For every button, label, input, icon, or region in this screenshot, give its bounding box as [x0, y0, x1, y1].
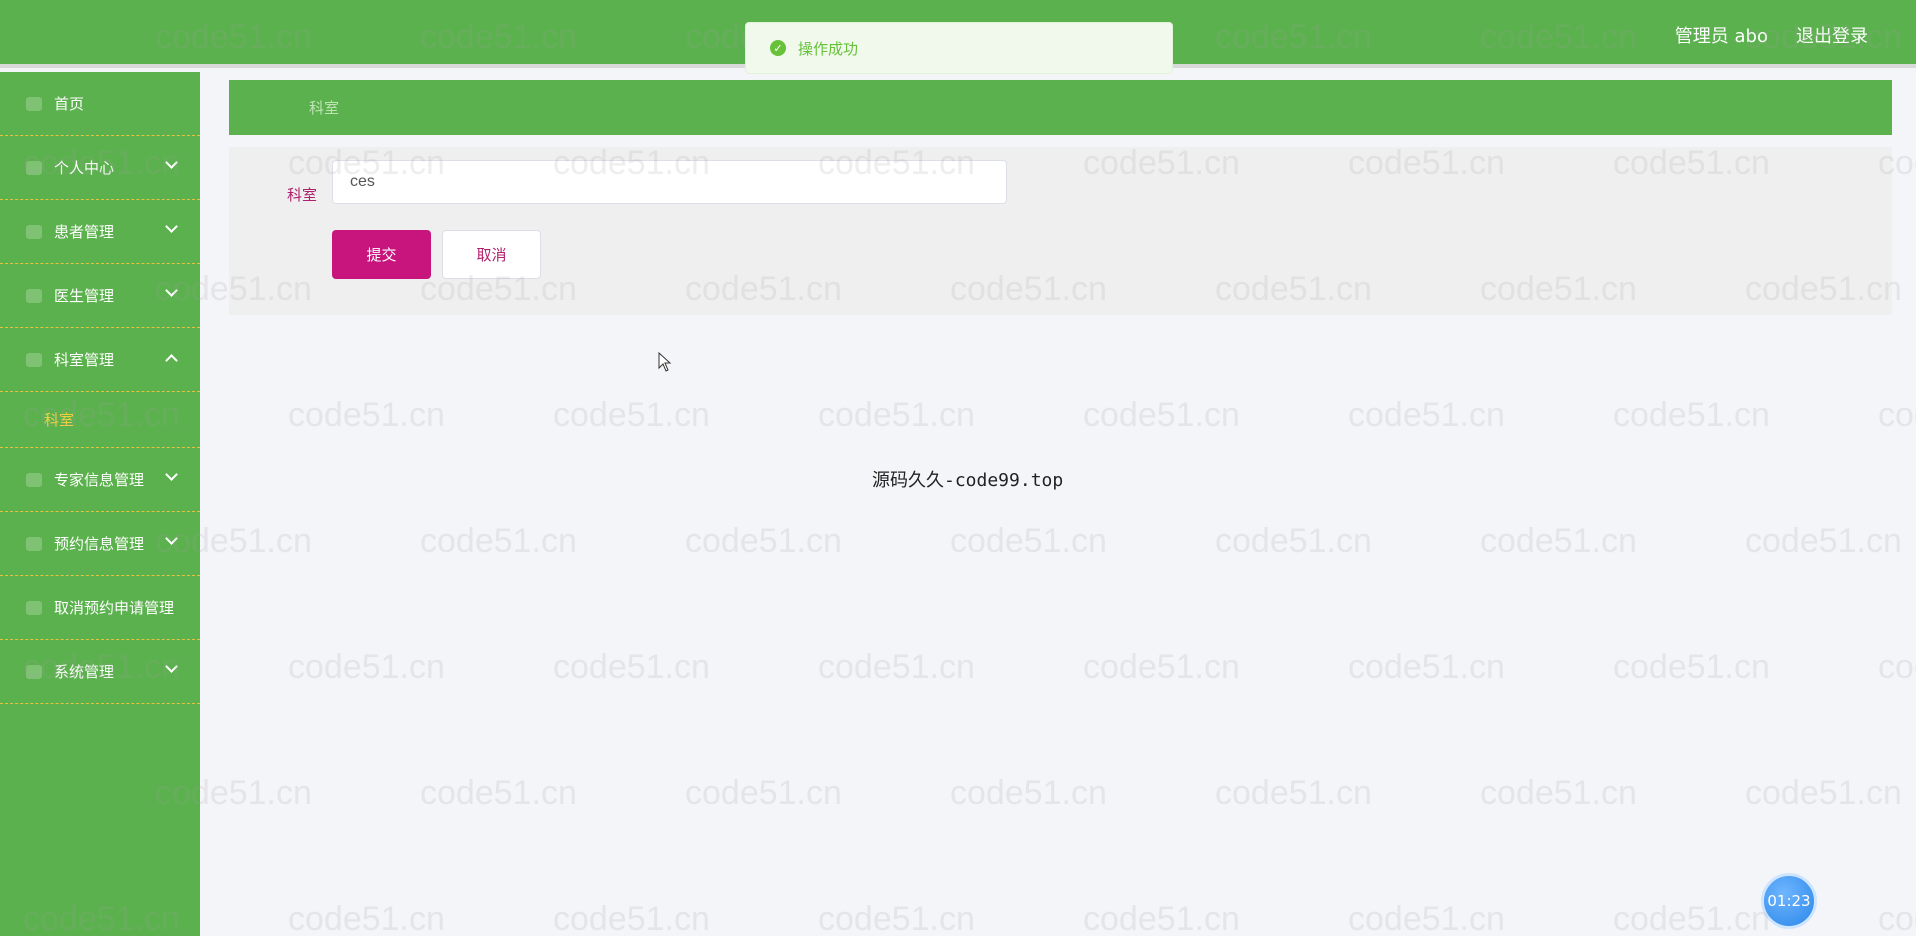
- watermark-text: code51.cn: [553, 648, 710, 686]
- home-icon: [26, 96, 42, 111]
- watermark-text: code51.cn: [553, 396, 710, 434]
- watermark-text: code51.cn: [818, 648, 975, 686]
- sidebar-item-label: 专家信息管理: [54, 471, 145, 489]
- department-field-label: 科室: [287, 185, 318, 204]
- sidebar-item-label: 首页: [54, 95, 85, 113]
- sidebar-item-patients[interactable]: 患者管理: [0, 200, 200, 264]
- sidebar-item-doctors[interactable]: 医生管理: [0, 264, 200, 328]
- sidebar-item-appointments[interactable]: 预约信息管理: [0, 512, 200, 576]
- chevron-down-icon: [165, 532, 178, 545]
- sidebar-item-label: 医生管理: [54, 287, 115, 305]
- watermark-text: code51.cn: [1878, 396, 1916, 434]
- watermark-text: code51.cn: [685, 522, 842, 560]
- watermark-text: code51.cn: [288, 648, 445, 686]
- breadcrumb: 科室: [229, 80, 1892, 135]
- watermark-text: code51.cn: [950, 774, 1107, 812]
- watermark-text: code51.cn: [1083, 648, 1240, 686]
- watermark-text: code51.cn: [1215, 522, 1372, 560]
- sidebar-item-label: 个人中心: [54, 159, 115, 177]
- watermark-text: code51.cn: [1480, 774, 1637, 812]
- watermark-text: code51.cn: [420, 522, 577, 560]
- appointment-icon: [26, 536, 42, 551]
- cancel-request-icon: [26, 600, 42, 615]
- sidebar-item-departments[interactable]: 科室管理: [0, 328, 200, 392]
- sidebar-item-cancel-requests[interactable]: 取消预约申请管理: [0, 576, 200, 640]
- watermark-text: code51.cn: [1613, 900, 1770, 936]
- settings-icon: [26, 664, 42, 679]
- watermark-text: code51.cn: [288, 396, 445, 434]
- sidebar-item-label: 取消预约申请管理: [54, 599, 175, 617]
- watermark-text: code51.cn: [1480, 522, 1637, 560]
- sidebar-item-label: 科室管理: [54, 351, 115, 369]
- sidebar-item-label: 预约信息管理: [54, 535, 145, 553]
- watermark-text: code51.cn: [1745, 774, 1902, 812]
- department-icon: [26, 352, 42, 367]
- mouse-cursor-icon: [658, 352, 672, 372]
- watermark-text: code51.cn: [818, 396, 975, 434]
- watermark-text: code51.cn: [1613, 648, 1770, 686]
- watermark-text: code51.cn: [420, 774, 577, 812]
- watermark-text: code51.cn: [1745, 522, 1902, 560]
- sidebar-item-profile[interactable]: 个人中心: [0, 136, 200, 200]
- expert-icon: [26, 472, 42, 487]
- chevron-down-icon: [165, 284, 178, 297]
- user-icon: [26, 160, 42, 175]
- form-panel: 科室 提交 取消: [229, 147, 1892, 315]
- watermark-text: code51.cn: [1613, 396, 1770, 434]
- watermark-text: code51.cn: [818, 900, 975, 936]
- chevron-down-icon: [165, 660, 178, 673]
- watermark-text: code51.cn: [950, 522, 1107, 560]
- cancel-button[interactable]: 取消: [442, 230, 541, 279]
- watermark-text: code51.cn: [553, 900, 710, 936]
- watermark-text: code51.cn: [1878, 900, 1916, 936]
- sidebar: 首页 个人中心 患者管理 医生管理 科室管理 科室 专家信息管理 预约信息管理 …: [0, 72, 200, 936]
- source-text: 源码久久-code99.top: [872, 470, 1064, 491]
- chevron-up-icon: [165, 354, 178, 367]
- watermark-text: code51.cn: [1348, 648, 1505, 686]
- submit-button[interactable]: 提交: [332, 230, 431, 279]
- watermark-text: code51.cn: [685, 774, 842, 812]
- chevron-down-icon: [165, 156, 178, 169]
- sidebar-item-label: 系统管理: [54, 663, 115, 681]
- toast-message: 操作成功: [798, 39, 859, 58]
- watermark-text: code51.cn: [1083, 396, 1240, 434]
- department-input[interactable]: [332, 160, 1007, 204]
- check-circle-icon: ✓: [770, 40, 786, 56]
- watermark-text: code51.cn: [288, 900, 445, 936]
- watermark-text: code51.cn: [1215, 774, 1372, 812]
- sidebar-item-home[interactable]: 首页: [0, 72, 200, 136]
- doctor-icon: [26, 288, 42, 303]
- patient-icon: [26, 224, 42, 239]
- watermark-text: code51.cn: [1083, 900, 1240, 936]
- chevron-down-icon: [165, 220, 178, 233]
- timer-badge[interactable]: 01:23: [1761, 873, 1817, 929]
- success-toast: ✓ 操作成功: [745, 22, 1173, 74]
- sidebar-item-system[interactable]: 系统管理: [0, 640, 200, 704]
- user-name: 管理员 abo: [1674, 26, 1768, 47]
- sidebar-item-experts[interactable]: 专家信息管理: [0, 448, 200, 512]
- sidebar-subitem-department[interactable]: 科室: [0, 392, 200, 448]
- sidebar-item-label: 患者管理: [54, 223, 115, 241]
- breadcrumb-current: 科室: [309, 99, 340, 117]
- watermark-text: code51.cn: [1348, 396, 1505, 434]
- watermark-text: code51.cn: [1348, 900, 1505, 936]
- watermark-text: code51.cn: [1878, 648, 1916, 686]
- chevron-down-icon: [165, 468, 178, 481]
- logout-link[interactable]: 退出登录: [1796, 22, 1868, 48]
